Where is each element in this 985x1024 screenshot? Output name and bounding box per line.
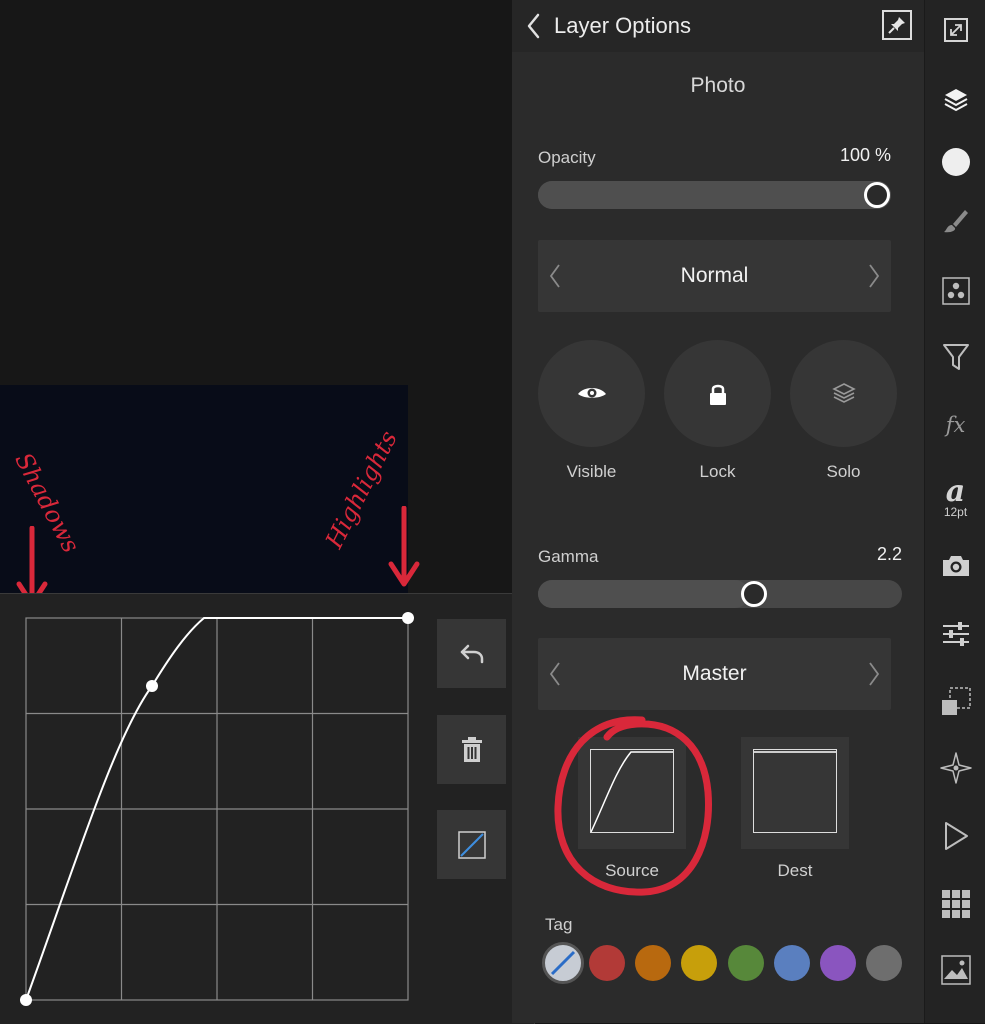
swatches-button[interactable] [925, 267, 985, 315]
chevron-right-icon[interactable] [867, 660, 881, 688]
swatches-icon [941, 277, 970, 305]
navigator-icon [939, 752, 972, 784]
eye-icon [577, 387, 606, 398]
color-icon [941, 148, 970, 176]
play-button[interactable] [925, 812, 985, 860]
no-tag-icon [550, 950, 576, 976]
solo-label: Solo [826, 462, 861, 481]
gamma-value: 2.2 [876, 544, 902, 564]
panel-title: Layer Options [554, 13, 691, 38]
transform-button[interactable] [925, 678, 985, 726]
fx-icon: fx [945, 413, 966, 437]
adjustments-button[interactable] [925, 610, 985, 658]
color-button[interactable] [925, 138, 985, 186]
panel-header: Layer Options [512, 0, 924, 52]
tag-gray[interactable] [866, 945, 902, 981]
studio-toolbar: fx a 12pt [924, 0, 985, 1023]
curve-point-shadows [20, 994, 32, 1006]
tag-blue[interactable] [774, 945, 810, 981]
visible-toggle[interactable] [538, 340, 645, 447]
dest-label: Dest [777, 861, 813, 880]
text-size-caption: 12pt [943, 505, 968, 519]
lock-icon [709, 384, 726, 405]
curve-reset-icon [457, 830, 486, 859]
lock-toggle[interactable] [664, 340, 771, 447]
curve-point-highlights [402, 612, 414, 624]
reset-curve-button[interactable] [437, 810, 506, 879]
trash-icon [461, 736, 482, 762]
channel-value: Master [682, 662, 747, 685]
brush-button[interactable] [925, 197, 985, 245]
opacity-slider[interactable] [538, 181, 891, 209]
tag-red[interactable] [589, 945, 625, 981]
layers-button[interactable] [925, 76, 985, 124]
brush-icon [943, 210, 968, 233]
channel-selector[interactable]: Master [538, 638, 891, 710]
chevron-right-icon[interactable] [867, 262, 881, 290]
pin-button[interactable] [882, 10, 912, 40]
tag-orange[interactable] [635, 945, 671, 981]
fx-button[interactable]: fx [925, 401, 985, 449]
visible-label: Visible [566, 462, 617, 481]
opacity-value: 100 % [839, 145, 891, 165]
solo-toggle[interactable] [790, 340, 897, 447]
gamma-slider-knob[interactable] [741, 581, 767, 607]
layer-name: Photo [690, 74, 746, 97]
expand-icon [943, 18, 968, 42]
layers-icon [944, 89, 967, 112]
opacity-slider-knob[interactable] [864, 182, 890, 208]
filter-button[interactable] [925, 333, 985, 381]
camera-button[interactable] [925, 542, 985, 590]
undo-icon [460, 644, 483, 663]
gamma-slider-fill [538, 580, 750, 608]
tag-purple[interactable] [820, 945, 856, 981]
filter-icon [942, 344, 969, 370]
tag-green[interactable] [728, 945, 764, 981]
pin-icon [888, 17, 905, 34]
expand-button[interactable] [925, 6, 985, 54]
image-button[interactable] [925, 946, 985, 994]
blend-mode-selector[interactable]: Normal [538, 240, 891, 312]
adjustments-icon [942, 622, 969, 646]
camera-icon [942, 556, 969, 576]
tag-label: Tag [545, 915, 573, 934]
layers-stack-icon [831, 382, 856, 403]
dest-range-button[interactable] [741, 737, 849, 849]
dest-range-thumbnail [753, 749, 837, 833]
grid-icon [941, 890, 970, 918]
image-icon [940, 955, 971, 985]
transform-icon [941, 687, 971, 715]
opacity-slider-fill [538, 181, 891, 209]
curve-graph[interactable] [14, 608, 424, 1018]
delete-point-button[interactable] [437, 715, 506, 784]
opacity-label: Opacity [538, 148, 596, 167]
text-style-icon: a [945, 474, 966, 509]
blend-mode-value: Normal [680, 264, 749, 287]
tag-none[interactable] [542, 942, 584, 984]
gamma-slider[interactable] [538, 580, 902, 608]
chevron-left-icon [527, 13, 540, 39]
source-highlight-annotation [554, 716, 712, 896]
curves-popup [0, 593, 535, 1024]
back-button[interactable] [524, 10, 544, 42]
grid-button[interactable] [925, 880, 985, 928]
layer-options-panel: Layer Options Photo Opacity 100 % Normal [512, 0, 924, 1023]
gamma-label: Gamma [538, 547, 599, 566]
text-style-button[interactable]: a 12pt [925, 470, 985, 526]
tag-yellow[interactable] [681, 945, 717, 981]
lock-label: Lock [699, 462, 736, 481]
undo-button[interactable] [437, 619, 506, 688]
curve-point-mid [146, 680, 158, 692]
navigator-button[interactable] [925, 744, 985, 792]
play-icon [944, 822, 968, 850]
highlights-arrow [388, 506, 420, 587]
